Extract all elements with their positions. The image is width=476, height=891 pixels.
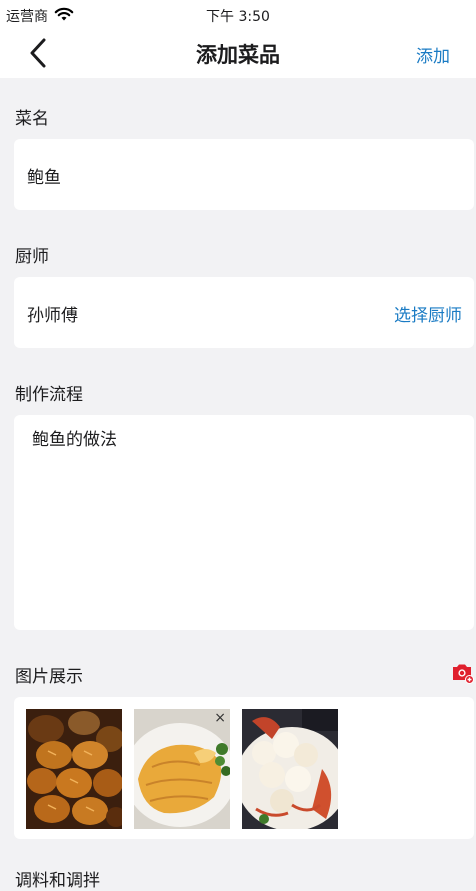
gallery-label: 图片展示 xyxy=(15,667,83,687)
remove-photo-icon[interactable]: × xyxy=(214,711,226,725)
add-photo-camera-icon[interactable] xyxy=(450,660,474,684)
status-time: 下午 3:50 xyxy=(206,9,270,25)
dish-name-card[interactable]: 鲍鱼 xyxy=(14,139,474,210)
chef-label: 厨师 xyxy=(15,247,49,267)
process-label: 制作流程 xyxy=(15,385,83,405)
navigation-bar: 添加菜品 添加 xyxy=(0,30,476,78)
seasoning-section-label: 调料和调拌 xyxy=(15,871,100,891)
photo-chicken[interactable]: × xyxy=(134,709,230,829)
gallery-card: × xyxy=(14,697,474,839)
dish-name-label: 菜名 xyxy=(15,109,49,129)
dish-name-field[interactable]: 鲍鱼 xyxy=(27,163,61,188)
status-bar: 运营商 下午 3:50 xyxy=(0,0,476,30)
process-card[interactable]: 鲍鱼的做法 xyxy=(14,415,474,630)
page-title: 添加菜品 xyxy=(196,43,280,67)
select-chef-button[interactable]: 选择厨师 xyxy=(394,301,462,326)
process-textarea[interactable]: 鲍鱼的做法 xyxy=(32,425,117,450)
chef-card: 孙师傅 选择厨师 xyxy=(14,277,474,348)
add-button[interactable]: 添加 xyxy=(416,42,450,67)
chef-name: 孙师傅 xyxy=(27,306,78,326)
photo-abalone-braised[interactable] xyxy=(26,709,122,829)
photo-lobster[interactable] xyxy=(242,709,338,829)
